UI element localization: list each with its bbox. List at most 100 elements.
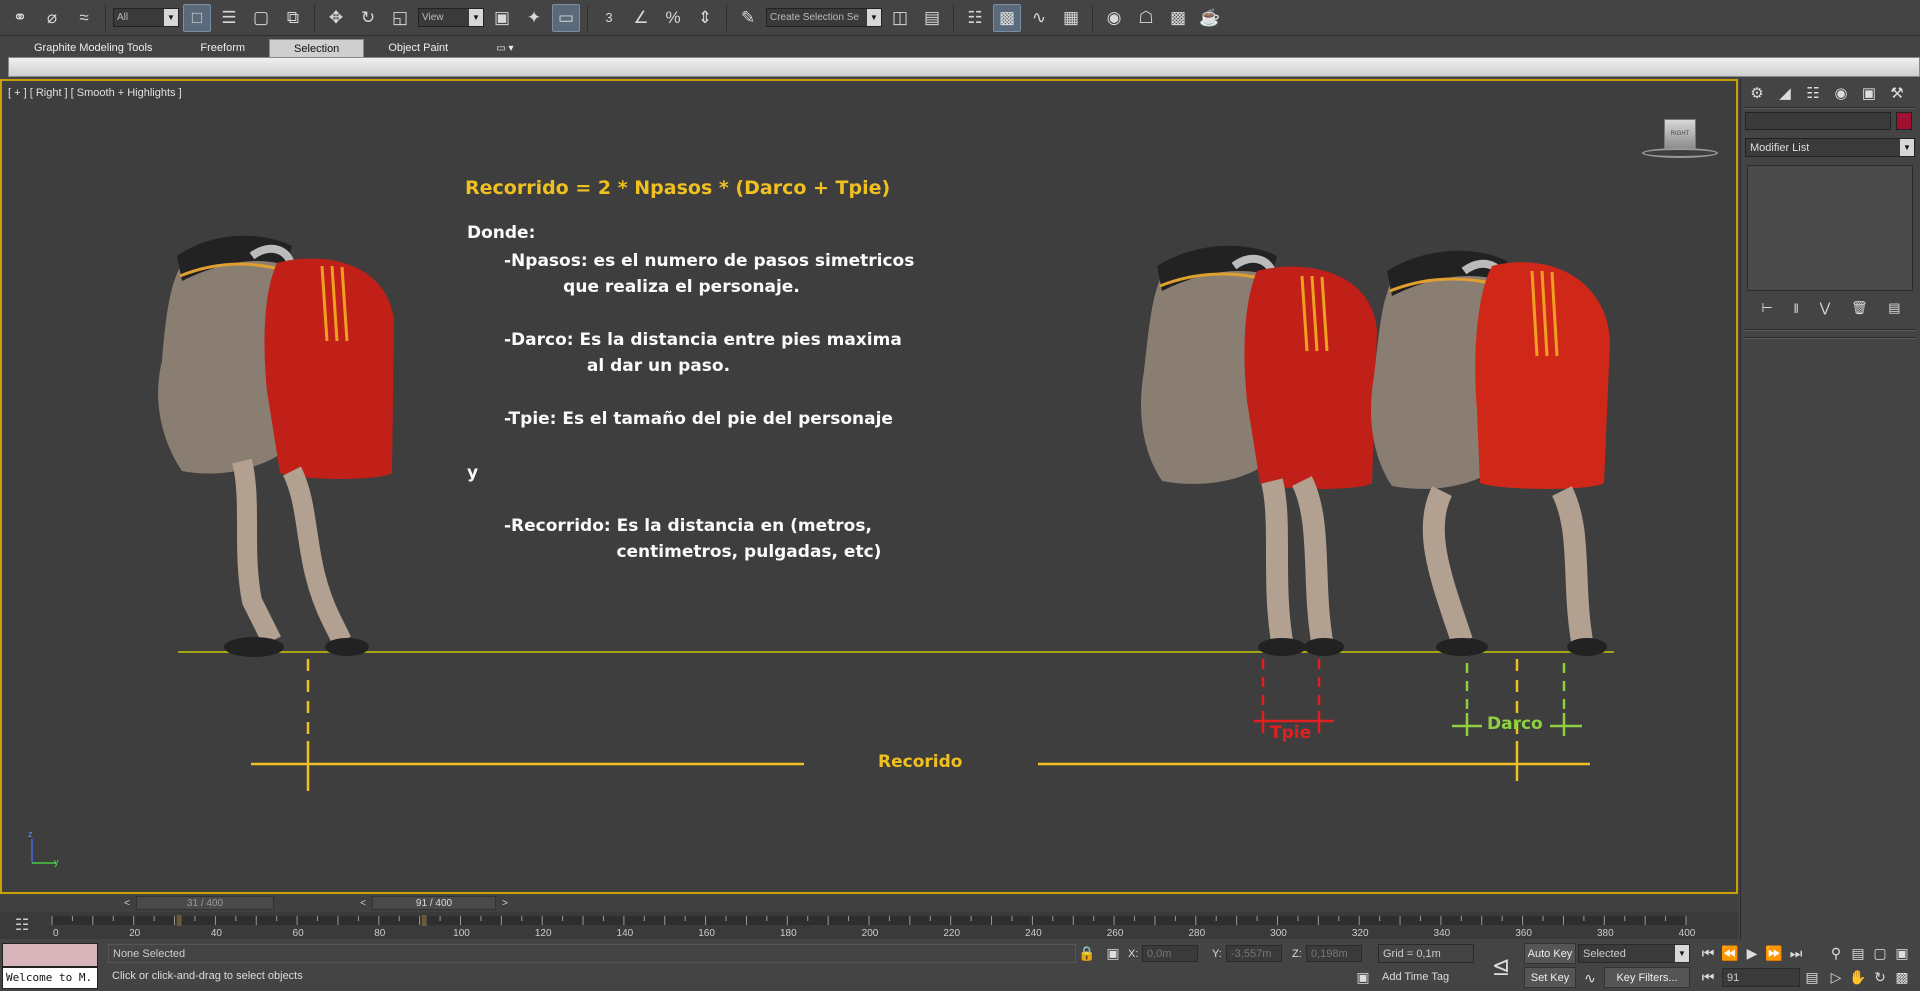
- zoom-extents-icon[interactable]: ▢: [1870, 944, 1890, 962]
- edit-named-selection-icon[interactable]: ✎: [734, 4, 762, 32]
- select-move-icon[interactable]: ✥: [322, 4, 350, 32]
- window-crossing-icon[interactable]: ⧉: [279, 4, 307, 32]
- modifier-list-dropdown[interactable]: Modifier List ▼: [1745, 138, 1915, 157]
- absolute-mode-icon[interactable]: ▣: [1104, 944, 1122, 962]
- track-key-marker: [421, 915, 427, 926]
- z-coordinate-value: 0,198m: [1311, 947, 1348, 960]
- auto-key-button[interactable]: Auto Key: [1524, 943, 1576, 964]
- reference-coordinate-dropdown[interactable]: View ▼: [418, 8, 484, 27]
- previous-frame-icon[interactable]: ⏪: [1720, 944, 1740, 962]
- ribbon-options-button[interactable]: ▭ ▾: [472, 39, 537, 57]
- select-scale-icon[interactable]: ◱: [386, 4, 414, 32]
- curve-editor-icon[interactable]: ∿: [1025, 4, 1053, 32]
- time-tag-icon[interactable]: ▣: [1354, 968, 1372, 986]
- x-coordinate-field[interactable]: 0,0m: [1142, 945, 1198, 962]
- zoom-all-icon[interactable]: ▤: [1848, 944, 1868, 962]
- go-to-start-icon[interactable]: ⏮: [1698, 944, 1718, 962]
- display-tab-icon[interactable]: ▣: [1857, 81, 1881, 105]
- maxscript-listener-input[interactable]: Welcome to M.: [2, 967, 98, 989]
- rendered-frame-icon[interactable]: ▩: [1164, 4, 1192, 32]
- configure-modifier-sets-icon[interactable]: ▤: [1888, 300, 1900, 316]
- current-frame-label: 91 / 400: [415, 897, 453, 909]
- render-production-icon[interactable]: ☕: [1196, 4, 1224, 32]
- utilities-tab-icon[interactable]: ⚒: [1885, 81, 1909, 105]
- layer-manager-icon[interactable]: ☷: [961, 4, 989, 32]
- y-coordinate-field[interactable]: -3,557m: [1226, 945, 1282, 962]
- angle-snap-icon[interactable]: ∠: [627, 4, 655, 32]
- viewport-right[interactable]: [ + ] [ Right ] [ Smooth + Highlights ] …: [0, 79, 1738, 894]
- remove-modifier-icon[interactable]: 🗑: [1851, 300, 1868, 316]
- z-coordinate-field[interactable]: 0,198m: [1306, 945, 1362, 962]
- tab-selection[interactable]: Selection: [269, 39, 365, 57]
- show-end-result-icon[interactable]: ‖: [1793, 301, 1798, 316]
- link-icon[interactable]: ⚭: [6, 4, 34, 32]
- axis-tripod: z y: [24, 829, 64, 871]
- zoom-extents-all-icon[interactable]: ▣: [1892, 944, 1912, 962]
- key-filters-button[interactable]: Key Filters...: [1604, 967, 1690, 988]
- spinner-snap-icon[interactable]: ⇕: [691, 4, 719, 32]
- hierarchy-tab-icon[interactable]: ☷: [1801, 81, 1825, 105]
- object-color-swatch[interactable]: [1896, 112, 1912, 130]
- key-mode-dropdown[interactable]: Selected ▼: [1578, 944, 1690, 963]
- track-bar[interactable]: ☷ 0 20 40 60 80 100 120 140 160 180 200 220 240 260 28…: [0, 912, 1738, 939]
- align-icon[interactable]: ▤: [918, 4, 946, 32]
- divider: [1745, 107, 1915, 109]
- go-to-end-icon[interactable]: ⏭: [1786, 944, 1806, 962]
- time-slider-next-button[interactable]: >: [498, 896, 512, 910]
- percent-snap-icon[interactable]: %: [659, 4, 687, 32]
- unlink-icon[interactable]: ⌀: [38, 4, 66, 32]
- time-slider[interactable]: < 31 / 400 < 91 / 400 >: [0, 895, 1738, 912]
- select-manipulate-icon[interactable]: ✦: [520, 4, 548, 32]
- render-setup-icon[interactable]: ☖: [1132, 4, 1160, 32]
- key-mode-toggle-icon[interactable]: ⏮: [1698, 968, 1718, 986]
- next-frame-icon[interactable]: ⏩: [1764, 944, 1784, 962]
- material-editor-icon[interactable]: ◉: [1100, 4, 1128, 32]
- set-key-icon[interactable]: ⊴: [1484, 950, 1518, 984]
- selection-lock-icon[interactable]: 🔒: [1078, 944, 1096, 962]
- maximize-viewport-icon[interactable]: ▩: [1892, 968, 1912, 986]
- motion-tab-icon[interactable]: ◉: [1829, 81, 1853, 105]
- current-frame-field[interactable]: 91: [1722, 968, 1800, 987]
- select-by-name-icon[interactable]: ☰: [215, 4, 243, 32]
- graphite-toggle-icon[interactable]: ▩: [993, 3, 1021, 32]
- pin-stack-icon[interactable]: ⊢: [1761, 300, 1772, 316]
- tab-object-paint[interactable]: Object Paint: [364, 39, 472, 57]
- schematic-view-icon[interactable]: ▦: [1057, 4, 1085, 32]
- time-slider-prev-button[interactable]: <: [356, 896, 370, 910]
- modify-tab-icon[interactable]: ◢: [1773, 81, 1797, 105]
- formula-title: Recorrido = 2 * Npasos * (Darco + Tpie): [465, 177, 891, 199]
- select-rotate-icon[interactable]: ↻: [354, 4, 382, 32]
- mirror-icon[interactable]: ◫: [886, 4, 914, 32]
- pivot-center-icon[interactable]: ▣: [488, 4, 516, 32]
- bind-space-warp-icon[interactable]: ≈: [70, 4, 98, 32]
- field-of-view-icon[interactable]: ▷: [1826, 968, 1846, 986]
- named-selection-dropdown[interactable]: Create Selection Se ▼: [766, 8, 882, 27]
- tab-freeform[interactable]: Freeform: [176, 39, 269, 57]
- snaps-toggle-icon[interactable]: 3: [595, 4, 623, 32]
- ghost-frame-label: 31 / 400: [186, 897, 224, 909]
- time-configuration-icon[interactable]: ▤: [1802, 968, 1822, 986]
- time-slider-thumb[interactable]: 91 / 400: [372, 896, 496, 910]
- play-icon[interactable]: ▶: [1742, 944, 1762, 962]
- pan-view-icon[interactable]: ✋: [1848, 968, 1868, 986]
- select-object-icon[interactable]: □: [183, 3, 211, 32]
- note-darco: -Darco: Es la distancia entre pies maxim…: [504, 330, 902, 376]
- set-key-button[interactable]: Set Key: [1524, 967, 1576, 988]
- maxscript-listener-output[interactable]: [2, 943, 98, 967]
- rectangular-selection-icon[interactable]: ▢: [247, 4, 275, 32]
- keyboard-shortcut-override-icon[interactable]: ▭: [552, 3, 580, 32]
- zoom-icon[interactable]: ⚲: [1826, 944, 1846, 962]
- selection-filter-dropdown[interactable]: All ▼: [113, 8, 179, 27]
- tab-graphite-modeling-tools[interactable]: Graphite Modeling Tools: [10, 39, 176, 57]
- track-tick-label: 400: [1679, 928, 1696, 939]
- scene-drawing: [158, 235, 1614, 791]
- make-unique-icon[interactable]: ⋁: [1820, 300, 1831, 316]
- create-tab-icon[interactable]: ⚙: [1745, 81, 1769, 105]
- default-tangents-icon[interactable]: ∿: [1580, 968, 1600, 988]
- modifier-stack[interactable]: [1747, 165, 1913, 291]
- toolbar-separator: [726, 4, 727, 31]
- orbit-icon[interactable]: ↻: [1870, 968, 1890, 986]
- add-time-tag-button[interactable]: Add Time Tag: [1382, 971, 1449, 983]
- object-name-field[interactable]: [1745, 112, 1891, 130]
- note-recorrido: -Recorrido: Es la distancia en (metros, …: [504, 516, 882, 562]
